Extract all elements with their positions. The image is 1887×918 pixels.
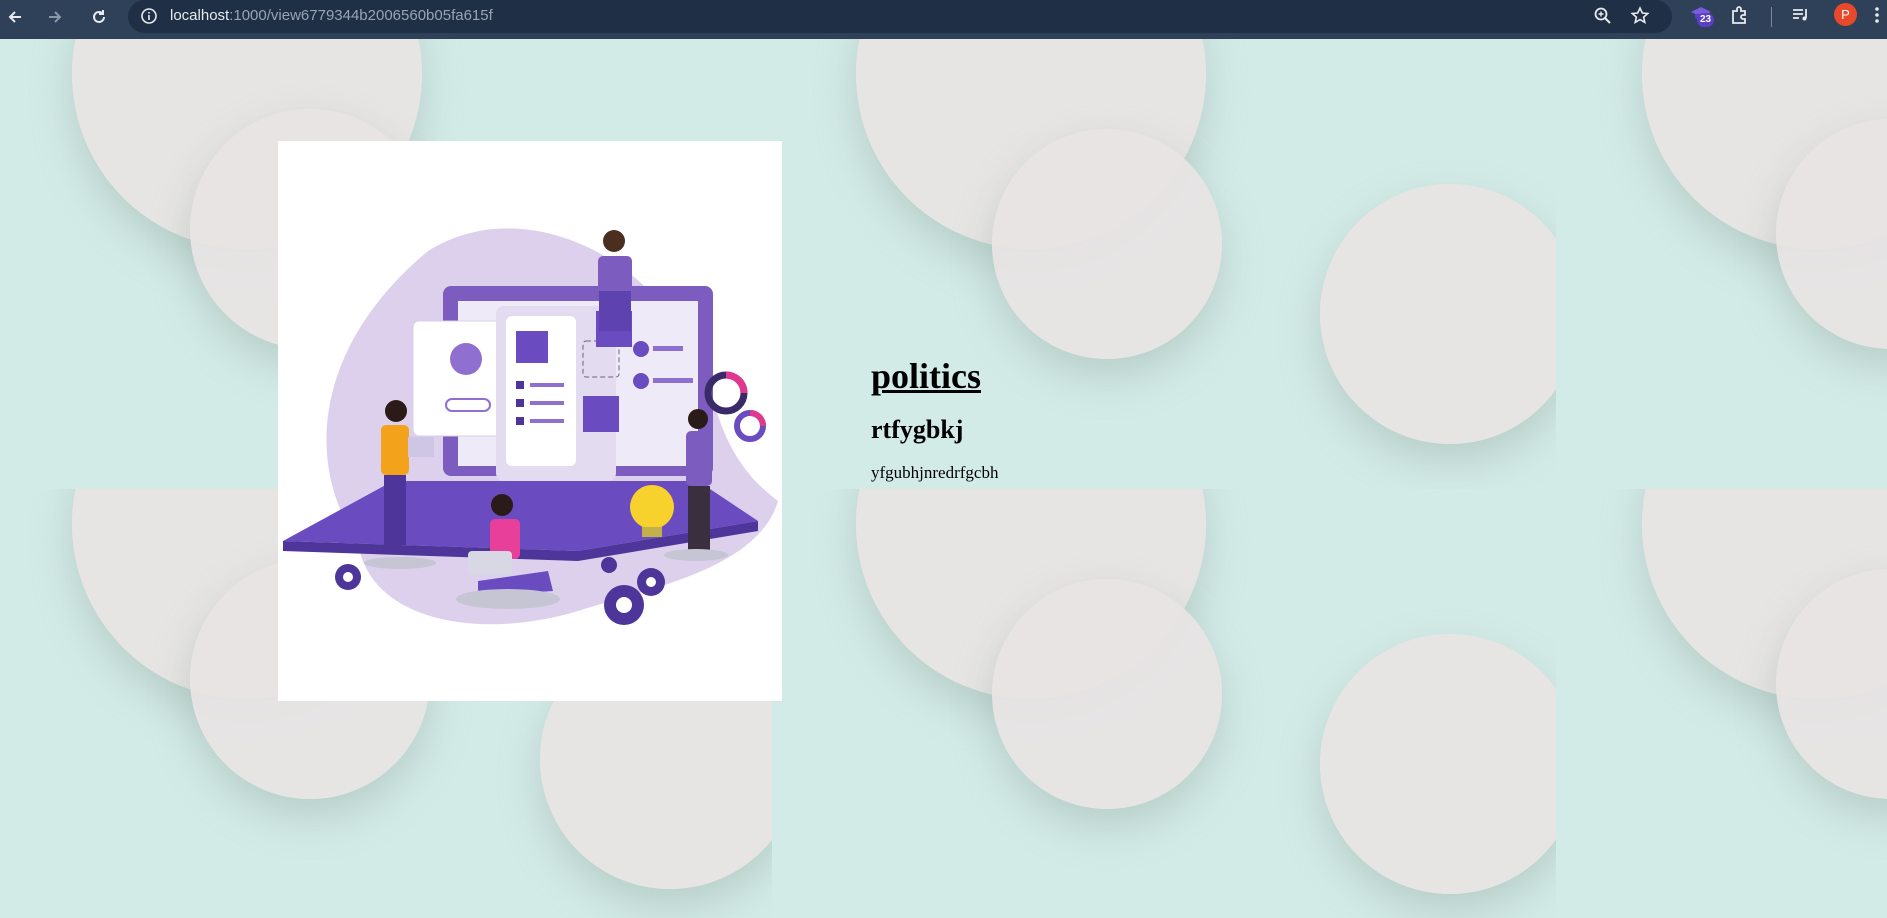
- reload-button[interactable]: [84, 2, 114, 32]
- address-bar[interactable]: localhost:1000/view6779344b2006560b05fa6…: [128, 0, 1672, 33]
- arrow-right-icon: [49, 11, 62, 23]
- browser-toolbar: localhost:1000/view6779344b2006560b05fa6…: [0, 0, 1887, 39]
- arrow-left-icon: [8, 11, 21, 23]
- url-path: :1000/view6779344b2006560b05fa615f: [229, 7, 493, 24]
- page-subtitle: rtfygbkj: [871, 415, 964, 444]
- profile-avatar[interactable]: P: [1834, 3, 1857, 26]
- toolbar-divider: [1771, 7, 1772, 27]
- media-button[interactable]: [1790, 4, 1812, 31]
- extension-puzzle-icon: [1732, 6, 1746, 24]
- star-icon: [1630, 6, 1650, 25]
- menu-button[interactable]: [1872, 4, 1882, 31]
- bg-tile: [1556, 489, 1887, 918]
- url-text: localhost:1000/view6779344b2006560b05fa6…: [170, 7, 493, 24]
- article-text: politics rtfygbkj yfgubhjnredrfgcbh: [871, 355, 998, 483]
- kebab-menu-icon: [1875, 7, 1879, 23]
- info-icon: [141, 8, 157, 24]
- team-laptop-illustration: [283, 228, 778, 625]
- back-button[interactable]: [0, 2, 30, 32]
- forward-button[interactable]: [40, 2, 70, 32]
- page-body-text: yfgubhjnredrfgcbh: [871, 463, 999, 482]
- bg-tile: [1556, 39, 1887, 489]
- extensions-button[interactable]: [1729, 4, 1751, 31]
- reload-icon: [93, 10, 105, 23]
- media-queue-icon: [1793, 9, 1807, 21]
- extension-badge: 23: [1697, 13, 1715, 27]
- article-illustration: [278, 141, 782, 701]
- bg-tile: [772, 489, 1556, 918]
- zoom-icon: [1594, 7, 1611, 24]
- bookmark-button[interactable]: [1629, 5, 1651, 32]
- url-host: localhost: [170, 7, 230, 24]
- page-title: politics: [871, 356, 982, 396]
- site-info-button[interactable]: [138, 5, 160, 27]
- zoom-button[interactable]: [1592, 5, 1614, 32]
